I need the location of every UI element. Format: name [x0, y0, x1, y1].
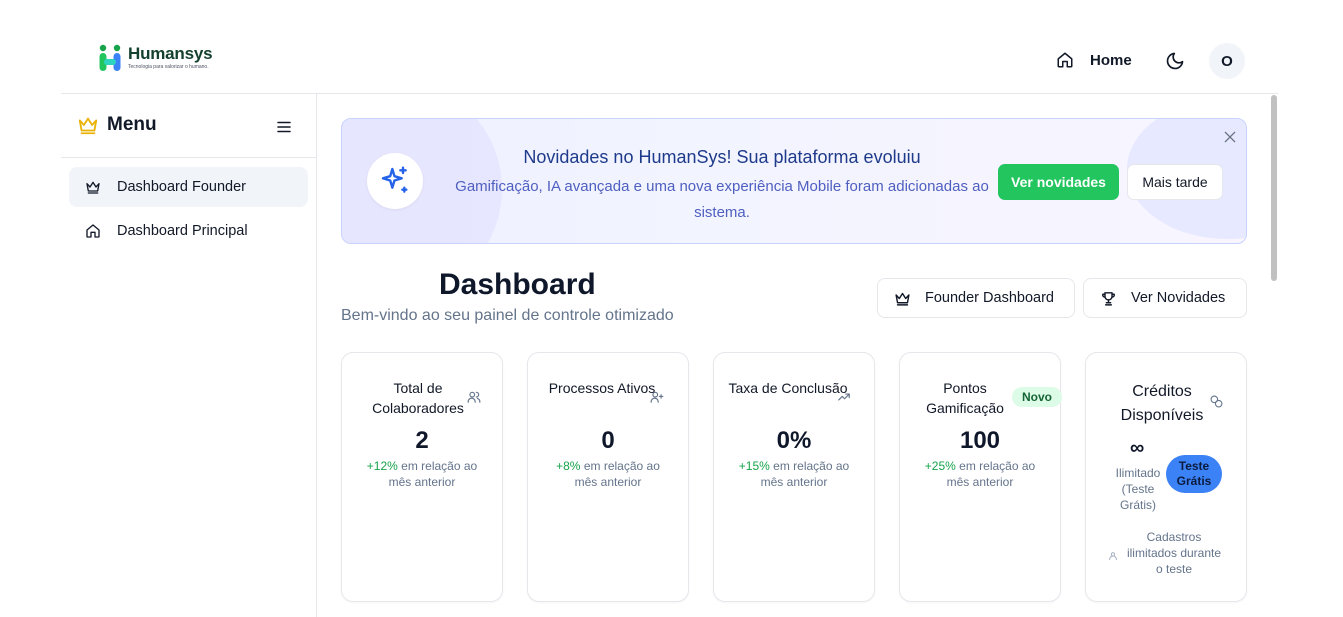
- user-avatar[interactable]: O: [1209, 43, 1245, 79]
- credits-caption: Ilimitado (Teste Grátis): [1115, 466, 1161, 512]
- delta-percent: +8%: [556, 459, 581, 473]
- card-title: Taxa de Conclusão: [728, 380, 848, 396]
- banner-title: Novidades no HumanSys! Sua plataforma ev…: [523, 147, 921, 167]
- card-title: Pontos Gamificação: [926, 380, 1004, 416]
- crown-icon: [895, 292, 910, 306]
- sidebar-item-dashboard-founder[interactable]: Dashboard Founder: [69, 167, 308, 207]
- stat-card-active-processes: Processos Ativos 0 +8% em relação ao mês…: [527, 352, 689, 602]
- see-news-label: Ver Novidades: [1131, 290, 1226, 306]
- home-icon: [1057, 52, 1073, 68]
- card-value: 100: [959, 427, 1001, 454]
- close-icon: [1224, 131, 1236, 143]
- delta-text: em relação ao mês anterior: [760, 459, 850, 489]
- stat-card-gamification-points: Pontos Gamificação Novo 100 +25% em rela…: [899, 352, 1062, 602]
- users-icon: [467, 390, 481, 404]
- banner-icon-circle: [367, 153, 423, 209]
- card-value: 0%: [776, 427, 812, 454]
- close-banner-button[interactable]: [1222, 129, 1238, 145]
- see-news-button[interactable]: Ver novidades: [998, 164, 1119, 200]
- theme-toggle-button[interactable]: [1165, 51, 1185, 71]
- card-delta: +15% em relação ao mês anterior: [734, 458, 854, 490]
- card-value: 2: [415, 427, 429, 454]
- sidebar-item-dashboard-principal[interactable]: Dashboard Principal: [69, 211, 308, 251]
- credits-note: Cadastros ilimitados durante o teste: [1126, 530, 1222, 576]
- card-delta: +25% em relação ao mês anterior: [920, 458, 1040, 490]
- card-delta: +8% em relação ao mês anterior: [548, 458, 668, 490]
- user-icon: [1108, 548, 1118, 561]
- delta-text: em relação ao mês anterior: [574, 459, 660, 489]
- home-icon: [86, 224, 100, 238]
- page-subtitle: Bem-vindo ao seu painel de controle otim…: [341, 307, 674, 324]
- new-badge: Novo: [1012, 387, 1062, 407]
- founder-dashboard-label: Founder Dashboard: [925, 290, 1054, 306]
- top-header: Humansys Tecnologia para valorizar o hum…: [0, 0, 1343, 94]
- home-label: Home: [1090, 51, 1132, 69]
- coins-icon: [1210, 395, 1224, 409]
- delta-percent: +25%: [924, 459, 956, 473]
- logo-name: Humansys: [128, 44, 213, 63]
- sidebar-item-label: Dashboard Principal: [117, 223, 248, 239]
- card-title: Processos Ativos: [548, 380, 656, 396]
- humansys-logo[interactable]: Humansys Tecnologia para valorizar o hum…: [98, 44, 213, 72]
- sidebar: Menu Dashboard Founder Dashboard Princip…: [61, 94, 317, 617]
- sidebar-item-label: Dashboard Founder: [117, 179, 246, 195]
- sidebar-header: Menu: [61, 94, 316, 158]
- card-value: 0: [601, 427, 615, 454]
- sparkles-icon: [381, 166, 408, 193]
- trending-up-icon: [837, 390, 851, 404]
- banner-description: Gamificação, IA avançada e uma nova expe…: [455, 178, 989, 221]
- home-link[interactable]: Home: [1056, 51, 1132, 69]
- menu-toggle-button[interactable]: [275, 118, 293, 136]
- credits-value: ∞: [1130, 437, 1145, 459]
- stat-card-completion-rate: Taxa de Conclusão 0% +15% em relação ao …: [713, 352, 875, 602]
- trophy-icon: [1102, 291, 1115, 306]
- crown-icon: [86, 181, 100, 194]
- crown-icon: [78, 117, 98, 135]
- founder-dashboard-button[interactable]: Founder Dashboard: [877, 278, 1075, 318]
- delta-text: em relação ao mês anterior: [946, 459, 1036, 489]
- page-title: Dashboard: [439, 268, 596, 301]
- delta-text: em relação ao mês anterior: [388, 459, 478, 489]
- sidebar-title-label: Menu: [107, 114, 157, 135]
- card-delta: +12% em relação ao mês anterior: [362, 458, 482, 490]
- stat-card-available-credits: Créditos Disponíveis ∞ Ilimitado (Teste …: [1085, 352, 1247, 602]
- logo-icon: [98, 44, 122, 72]
- scrollbar-thumb[interactable]: [1271, 95, 1277, 281]
- user-plus-icon: [650, 390, 664, 404]
- news-banner: Novidades no HumanSys! Sua plataforma ev…: [341, 118, 1247, 244]
- card-title: Créditos Disponíveis: [1120, 383, 1204, 424]
- later-button[interactable]: Mais tarde: [1127, 164, 1223, 200]
- logo-tagline: Tecnologia para valorizar o humano.: [128, 64, 209, 70]
- delta-percent: +12%: [366, 459, 398, 473]
- free-trial-badge: Teste Grátis: [1166, 455, 1222, 493]
- hamburger-icon: [277, 121, 291, 133]
- moon-icon: [1166, 52, 1184, 70]
- delta-percent: +15%: [738, 459, 770, 473]
- see-news-outline-button[interactable]: Ver Novidades: [1083, 278, 1247, 318]
- card-title: Total de Colaboradores: [372, 380, 464, 416]
- stat-card-collaborators: Total de Colaboradores 2 +12% em relação…: [341, 352, 503, 602]
- sidebar-title: Menu: [77, 114, 157, 136]
